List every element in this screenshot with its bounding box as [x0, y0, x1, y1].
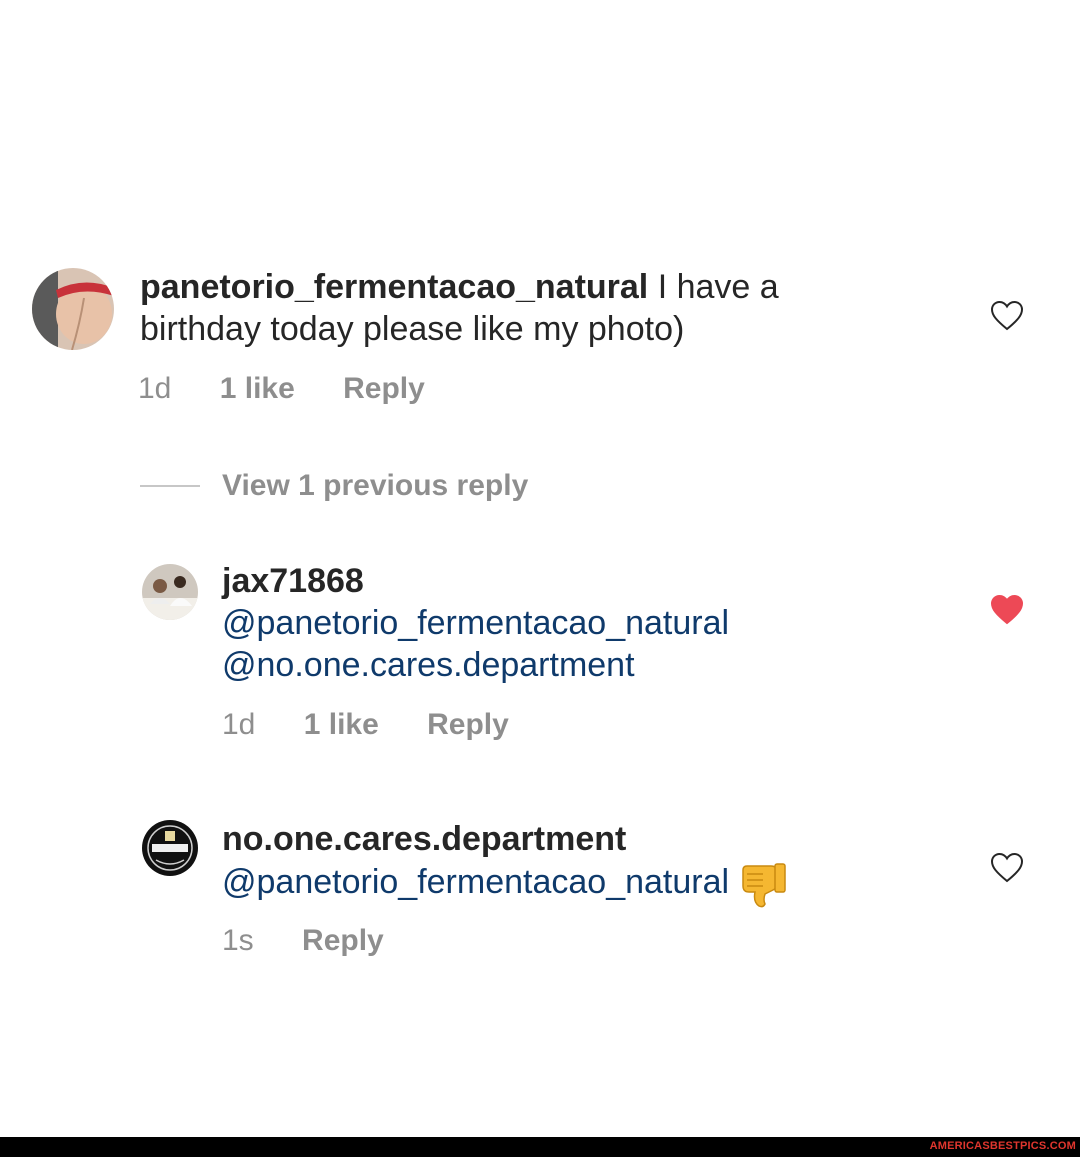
- comment-username[interactable]: no.one.cares.department: [222, 818, 942, 860]
- avatar-image: [32, 268, 114, 350]
- view-previous-replies[interactable]: View 1 previous reply: [140, 466, 528, 506]
- comment-body-1: panetorio_fermentacao_natural I have a b…: [140, 266, 860, 350]
- reply-button[interactable]: Reply: [343, 372, 425, 406]
- heart-outline-icon[interactable]: [990, 300, 1024, 332]
- reply-button[interactable]: Reply: [302, 924, 384, 958]
- reply-button[interactable]: Reply: [427, 708, 509, 742]
- comment-time: 1d: [222, 708, 256, 741]
- divider-line: [140, 485, 200, 487]
- avatar-panetorio[interactable]: [32, 268, 114, 350]
- comment-body-3: no.one.cares.department @panetorio_ferme…: [222, 818, 942, 908]
- comments-screen: panetorio_fermentacao_natural I have a b…: [0, 0, 1080, 1157]
- heart-outline-icon[interactable]: [990, 852, 1024, 884]
- comment-meta-3: 1s Reply: [222, 924, 424, 958]
- watermark-bar: AMERICASBESTPICS.COM: [0, 1137, 1080, 1157]
- comment-username[interactable]: panetorio_fermentacao_natural: [140, 268, 648, 306]
- comment-time: 1d: [138, 372, 172, 405]
- comment-username[interactable]: jax71868: [222, 560, 922, 602]
- avatar-image: [142, 564, 198, 620]
- thumbs-down-emoji-icon: [742, 863, 786, 908]
- avatar-jax71868[interactable]: [142, 564, 198, 620]
- view-replies-label: View 1 previous reply: [222, 469, 529, 502]
- heart-filled-icon[interactable]: [990, 594, 1024, 626]
- mention-link[interactable]: @panetorio_fermentacao_natural: [222, 602, 922, 644]
- comment-meta-2: 1d 1 like Reply: [222, 708, 549, 742]
- likes-count[interactable]: 1 like: [304, 708, 379, 742]
- likes-count[interactable]: 1 like: [220, 372, 295, 406]
- mention-link[interactable]: @no.one.cares.department: [222, 644, 922, 686]
- watermark-text: AMERICASBESTPICS.COM: [929, 1140, 1076, 1152]
- avatar-image: [142, 820, 198, 876]
- avatar-no-one-cares-department[interactable]: [142, 820, 198, 876]
- mention-text: @panetorio_fermentacao_natural: [222, 862, 730, 901]
- comment-body-2: jax71868 @panetorio_fermentacao_natural …: [222, 560, 922, 686]
- comment-meta-1: 1d 1 like Reply: [138, 372, 465, 406]
- comment-time: 1s: [222, 924, 254, 957]
- mention-link[interactable]: @panetorio_fermentacao_natural: [222, 863, 729, 901]
